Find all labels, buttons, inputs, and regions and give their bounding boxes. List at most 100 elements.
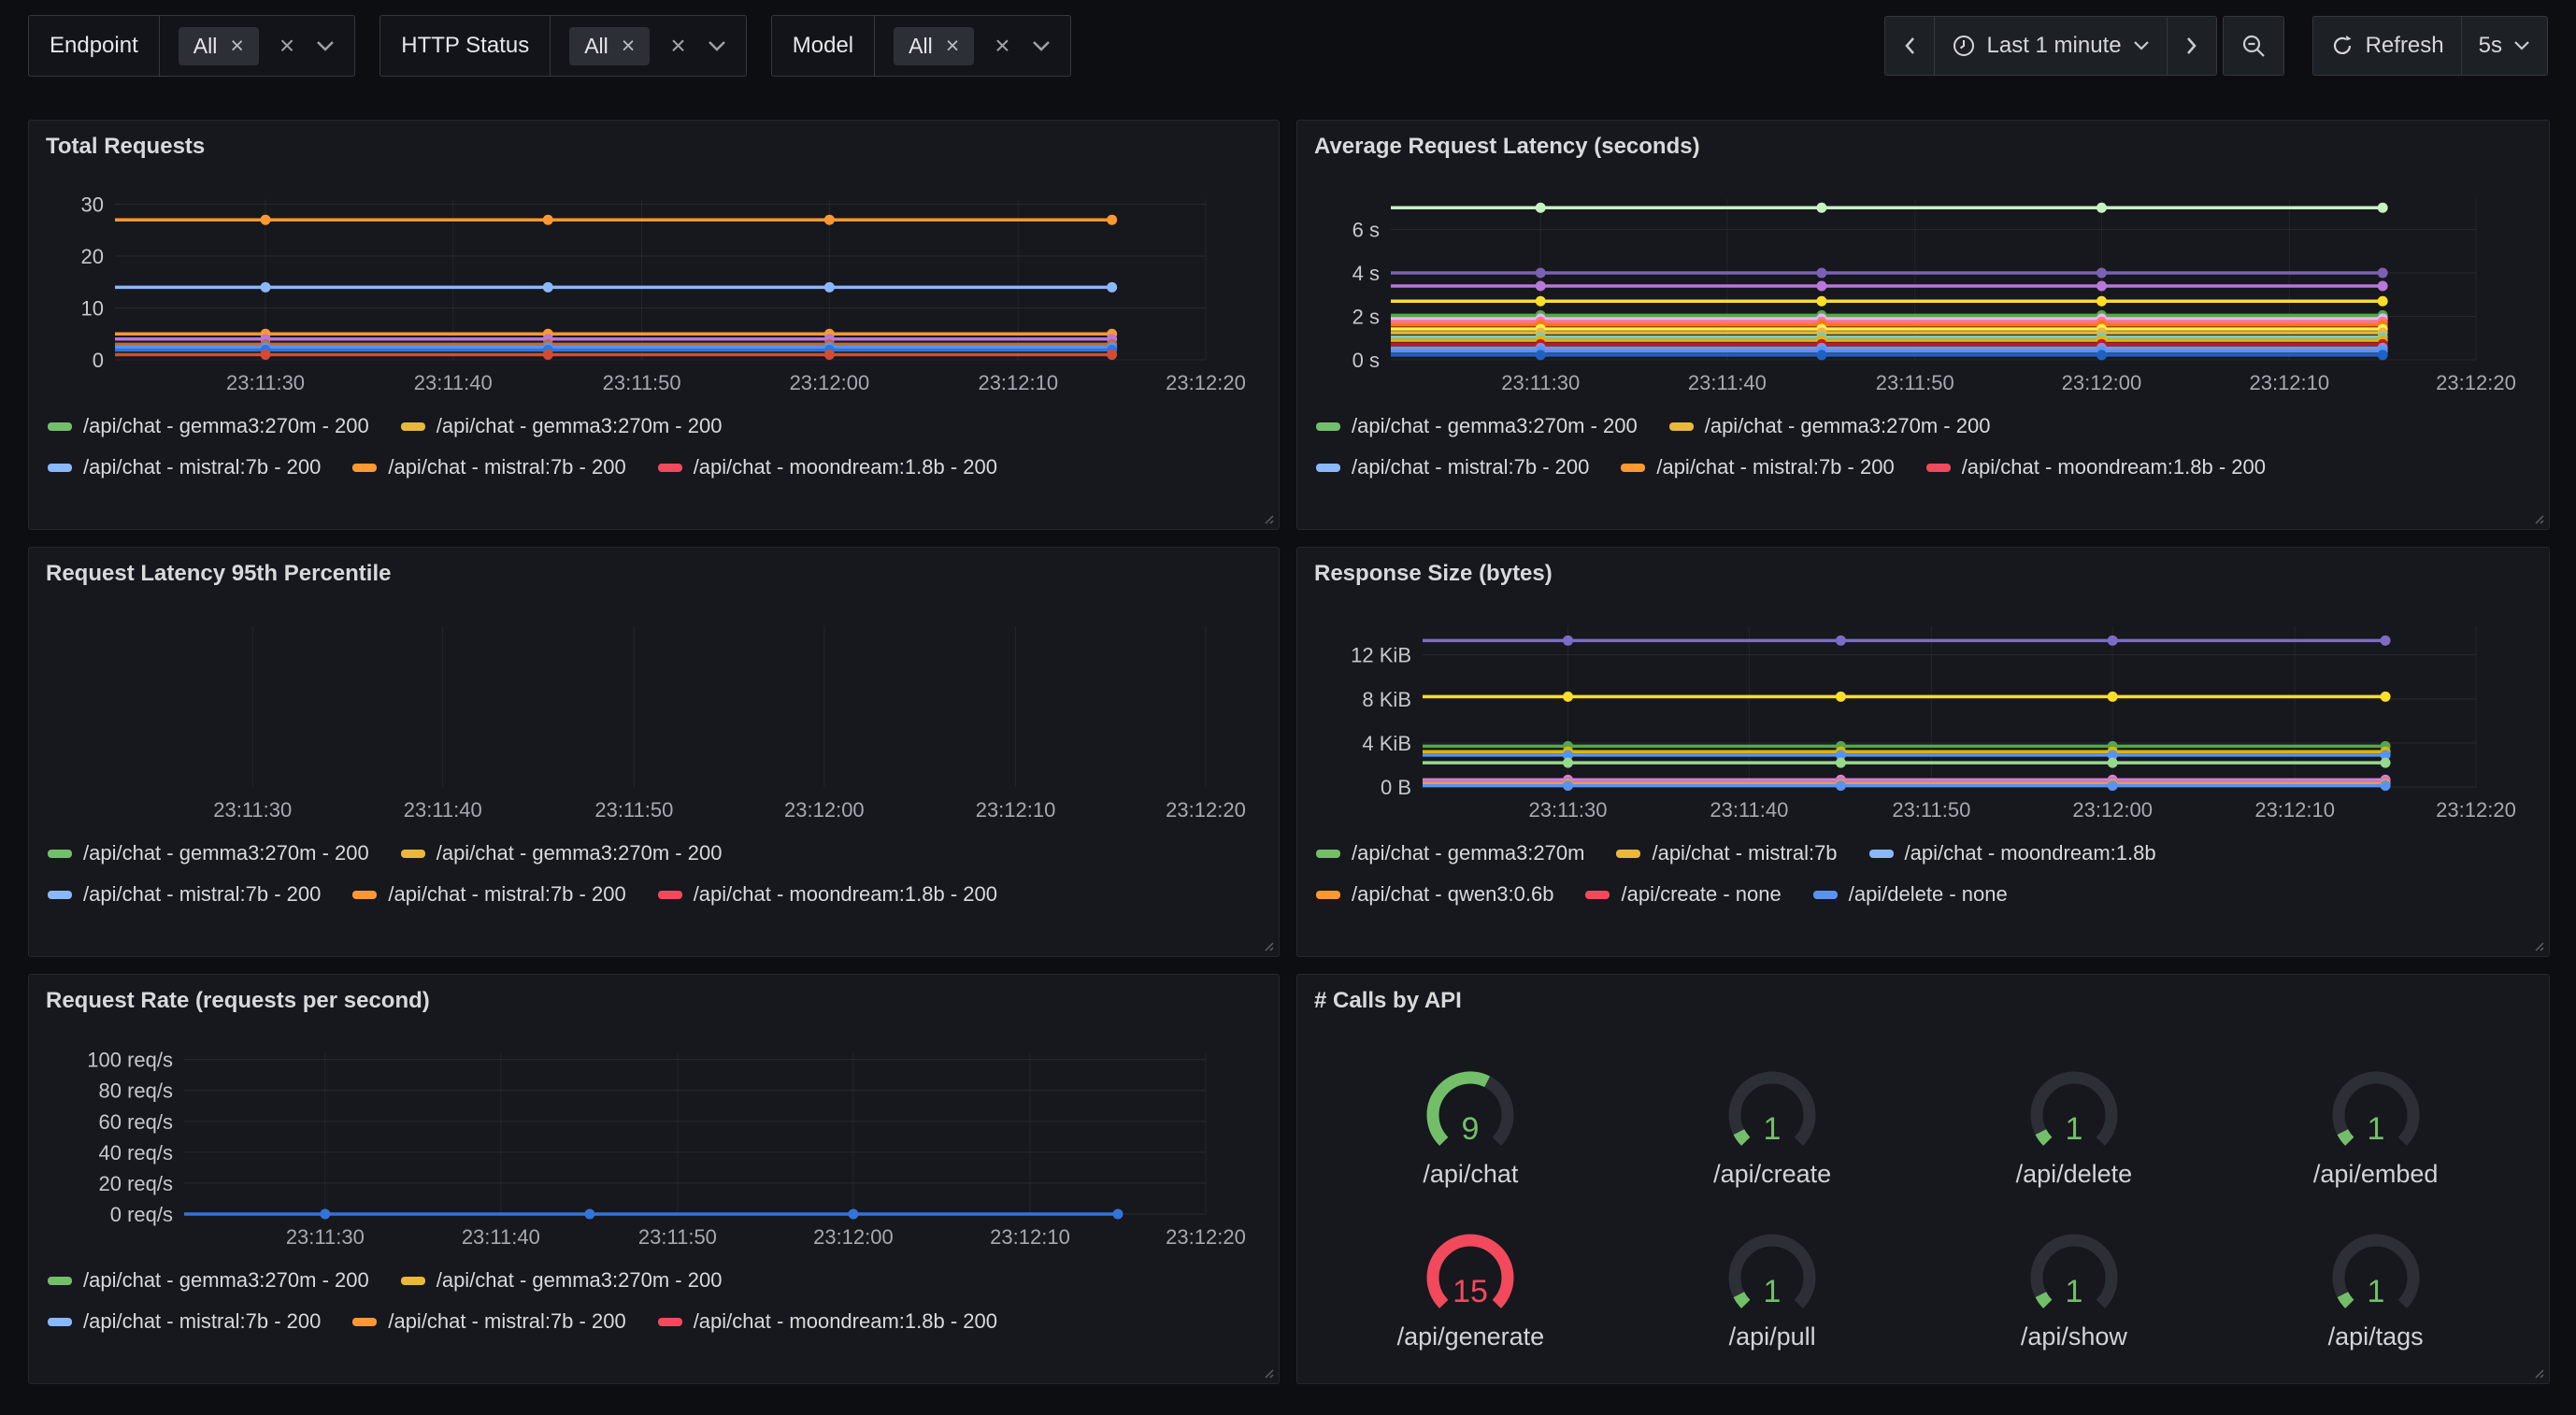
svg-text:23:12:20: 23:12:20 (1166, 798, 1246, 822)
legend-item[interactable]: /api/chat - gemma3:270m - 200 (1669, 414, 1991, 438)
chip-remove-icon[interactable]: × (622, 35, 636, 58)
time-series-chart[interactable]: 23:11:3023:11:4023:11:5023:12:0023:12:10… (1310, 600, 2536, 826)
filter-value[interactable]: All × × (875, 16, 1070, 76)
legend-swatch (48, 1318, 72, 1326)
svg-text:0 B: 0 B (1381, 776, 1411, 799)
gauge-grid: 9/api/chat1/api/create1/api/delete1/api/… (1320, 1044, 2526, 1370)
chevron-down-icon[interactable] (315, 39, 336, 52)
legend-item[interactable]: /api/chat - mistral:7b - 200 (48, 455, 321, 479)
time-series-chart[interactable]: 23:11:3023:11:4023:11:5023:12:0023:12:10… (42, 173, 1266, 399)
variable-filter-http-status[interactable]: HTTP Status All × × (379, 15, 746, 77)
legend-item[interactable]: /api/chat - mistral:7b - 200 (352, 1309, 625, 1334)
legend-label: /api/chat - mistral:7b - 200 (83, 1309, 321, 1334)
svg-text:23:12:10: 23:12:10 (976, 798, 1056, 822)
filter-label: Model (772, 16, 875, 76)
zoom-out-button[interactable] (2223, 16, 2284, 76)
legend-item[interactable]: /api/chat - mistral:7b - 200 (352, 882, 625, 907)
legend-item[interactable]: /api/chat - gemma3:270m - 200 (48, 414, 369, 438)
legend-swatch (1316, 464, 1340, 472)
legend-item[interactable]: /api/chat - moondream:1.8b - 200 (658, 1309, 997, 1334)
resize-handle[interactable] (1259, 509, 1274, 524)
resize-handle[interactable] (2529, 936, 2544, 951)
gauge-value: 1 (2367, 1274, 2384, 1309)
panel-title[interactable]: Request Rate (requests per second) (46, 988, 430, 1014)
time-series-chart[interactable]: 23:11:3023:11:4023:11:5023:12:0023:12:10… (1310, 173, 2536, 399)
svg-text:23:12:10: 23:12:10 (990, 1225, 1070, 1249)
time-series-chart[interactable]: 23:11:3023:11:4023:11:5023:12:0023:12:10… (42, 1027, 1266, 1253)
legend-item[interactable]: /api/chat - moondream:1.8b - 200 (1926, 455, 2266, 479)
legend-item[interactable]: /api/chat - mistral:7b - 200 (352, 455, 625, 479)
legend-item[interactable]: /api/chat - moondream:1.8b - 200 (658, 455, 997, 479)
chart-legend: /api/chat - gemma3:270m - 200/api/chat -… (1316, 414, 2530, 479)
panel-title[interactable]: Total Requests (46, 134, 205, 160)
panel-title[interactable]: Request Latency 95th Percentile (46, 561, 391, 587)
filter-value[interactable]: All × × (551, 16, 746, 76)
svg-text:0 s: 0 s (1352, 349, 1380, 372)
legend-item[interactable]: /api/chat - gemma3:270m - 200 (48, 841, 369, 865)
resize-handle[interactable] (2529, 1364, 2544, 1379)
legend-item[interactable]: /api/chat - gemma3:270m - 200 (401, 414, 723, 438)
legend-row: /api/chat - qwen3:0.6b/api/create - none… (1316, 882, 2530, 907)
svg-text:23:11:30: 23:11:30 (226, 371, 305, 394)
chip-remove-icon[interactable]: × (946, 35, 960, 58)
legend-item[interactable]: /api/chat - mistral:7b - 200 (48, 882, 321, 907)
legend-item[interactable]: /api/chat - gemma3:270m - 200 (401, 841, 723, 865)
legend-label: /api/chat - mistral:7b - 200 (388, 455, 625, 479)
chevron-down-icon[interactable] (707, 39, 727, 52)
filter-value[interactable]: All × × (160, 16, 355, 76)
legend-swatch (1621, 464, 1645, 472)
legend-item[interactable]: /api/chat - mistral:7b - 200 (1316, 455, 1589, 479)
selected-chip[interactable]: All × (179, 27, 259, 65)
legend-item[interactable]: /api/chat - mistral:7b - 200 (48, 1309, 321, 1334)
time-back-button[interactable] (1884, 16, 1935, 76)
legend-item[interactable]: /api/chat - gemma3:270m - 200 (48, 1268, 369, 1293)
resize-handle[interactable] (1259, 1364, 1274, 1379)
panel-title[interactable]: # Calls by API (1314, 988, 1462, 1014)
legend-label: /api/chat - gemma3:270m - 200 (436, 1268, 723, 1293)
chart-legend: /api/chat - gemma3:270m - 200/api/chat -… (48, 414, 1260, 479)
svg-text:4 s: 4 s (1352, 262, 1380, 285)
legend-label: /api/delete - none (1849, 882, 2008, 907)
svg-text:23:12:00: 23:12:00 (784, 798, 865, 822)
time-series-chart[interactable]: 23:11:3023:11:4023:11:5023:12:0023:12:10… (42, 600, 1266, 826)
legend-label: /api/chat - mistral:7b - 200 (1352, 455, 1589, 479)
legend-item[interactable]: /api/chat - gemma3:270m - 200 (401, 1268, 723, 1293)
legend-item[interactable]: /api/chat - gemma3:270m (1316, 841, 1584, 865)
svg-text:23:12:00: 23:12:00 (790, 371, 870, 394)
legend-swatch (48, 422, 72, 431)
variable-filter-model[interactable]: Model All × × (771, 15, 1071, 77)
time-controls: Last 1 minute Refresh 5s (1884, 16, 2549, 76)
time-forward-button[interactable] (2167, 16, 2217, 76)
panel-title[interactable]: Response Size (bytes) (1314, 561, 1553, 587)
legend-item[interactable]: /api/delete - none (1813, 882, 2008, 907)
chip-remove-icon[interactable]: × (230, 35, 244, 58)
clear-icon[interactable]: × (670, 33, 685, 59)
resize-handle[interactable] (2529, 509, 2544, 524)
refresh-interval-dropdown[interactable]: 5s (2461, 16, 2548, 76)
legend-item[interactable]: /api/chat - mistral:7b - 200 (1621, 455, 1894, 479)
legend-label: /api/chat - mistral:7b - 200 (388, 1309, 625, 1334)
legend-item[interactable]: /api/chat - moondream:1.8b (1869, 841, 2156, 865)
clear-icon[interactable]: × (279, 33, 294, 59)
svg-text:23:11:40: 23:11:40 (1688, 371, 1767, 394)
variable-filter-endpoint[interactable]: Endpoint All × × (28, 15, 355, 77)
dashboard-toolbar: Endpoint All × × HTTP Status All × × (28, 15, 2548, 77)
legend-item[interactable]: /api/chat - moondream:1.8b - 200 (658, 882, 997, 907)
svg-text:80 req/s: 80 req/s (99, 1079, 174, 1103)
refresh-button[interactable]: Refresh (2312, 16, 2462, 76)
legend-label: /api/chat - moondream:1.8b (1905, 841, 2156, 865)
time-range-picker[interactable]: Last 1 minute (1934, 16, 2168, 76)
legend-item[interactable]: /api/chat - gemma3:270m - 200 (1316, 414, 1638, 438)
resize-handle[interactable] (1259, 936, 1274, 951)
legend-swatch (48, 1277, 72, 1285)
selected-chip[interactable]: All × (569, 27, 650, 65)
legend-item[interactable]: /api/chat - mistral:7b (1616, 841, 1837, 865)
chevron-left-icon (1902, 35, 1917, 57)
clear-icon[interactable]: × (995, 33, 1009, 59)
legend-item[interactable]: /api/create - none (1585, 882, 1781, 907)
svg-text:23:11:50: 23:11:50 (1876, 371, 1954, 394)
chevron-down-icon[interactable] (1031, 39, 1052, 52)
legend-item[interactable]: /api/chat - qwen3:0.6b (1316, 882, 1553, 907)
panel-title[interactable]: Average Request Latency (seconds) (1314, 134, 1700, 160)
selected-chip[interactable]: All × (894, 27, 974, 65)
